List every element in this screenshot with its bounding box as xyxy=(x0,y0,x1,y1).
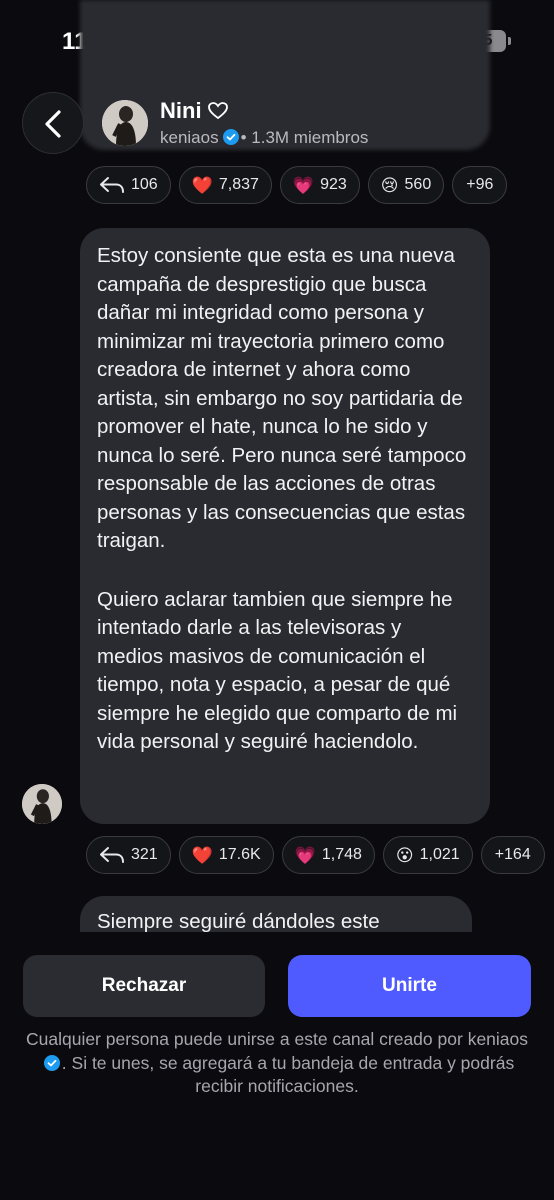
reject-button[interactable]: Rechazar xyxy=(23,955,265,1017)
verified-badge-icon xyxy=(43,1054,60,1071)
more-reactions-count: +164 xyxy=(494,846,531,863)
message-paragraph: Estoy consiente que esta es una nueva ca… xyxy=(97,244,467,552)
reaction-count: 7,837 xyxy=(218,176,259,193)
pink-heart-emoji-icon: 💗 xyxy=(292,175,315,195)
pink-heart-emoji-icon: 💗 xyxy=(294,845,316,865)
reaction-chip-pink-heart[interactable]: 💗 1,748 xyxy=(281,836,375,874)
channel-header[interactable]: Nini keniaos • 1.3M miembros xyxy=(92,92,384,156)
verified-badge-icon xyxy=(222,129,239,145)
reply-count: 321 xyxy=(131,846,158,863)
reaction-chip-pink-heart[interactable]: 💗 923 xyxy=(279,166,360,204)
sender-avatar[interactable] xyxy=(22,784,62,824)
channel-info-text: Cualquier persona puede unirse a este ca… xyxy=(20,1028,534,1099)
info-text-part2: . Si te unes, se agregará a tu bandeja d… xyxy=(61,1052,515,1097)
red-heart-emoji-icon: ❤️ xyxy=(191,845,213,865)
members-count: • 1.3M miembros xyxy=(240,128,369,147)
reply-icon xyxy=(100,847,124,863)
channel-avatar xyxy=(102,100,148,146)
reactions-bar-top: 106 ❤️ 7,837 💗 923 😢 560 +96 xyxy=(86,166,508,204)
reaction-count: 560 xyxy=(404,176,432,193)
battery-tip xyxy=(508,37,511,45)
reply-count-chip[interactable]: 321 xyxy=(86,836,171,874)
reaction-count: 17.6K xyxy=(218,846,261,863)
reply-count-chip[interactable]: 106 xyxy=(86,166,171,204)
blurred-text xyxy=(96,8,476,36)
message-bubble[interactable]: Estoy consiente que esta es una nueva ca… xyxy=(80,228,490,824)
more-reactions-chip[interactable]: +96 xyxy=(452,166,508,204)
info-owner: keniaos xyxy=(467,1029,529,1049)
reaction-chip-crying-face[interactable]: 😢 560 xyxy=(367,166,445,204)
message-paragraph: Quiero aclarar tambien que siempre he in… xyxy=(97,587,458,754)
reply-count: 106 xyxy=(131,176,158,193)
reaction-chip-red-heart[interactable]: ❤️ 7,837 xyxy=(178,166,272,204)
surprised-face-emoji-icon: 😮 xyxy=(395,845,414,865)
more-reactions-chip[interactable]: +164 xyxy=(480,836,545,874)
back-button[interactable] xyxy=(22,92,84,154)
crying-face-emoji-icon: 😢 xyxy=(380,175,399,195)
red-heart-emoji-icon: ❤️ xyxy=(191,175,213,195)
more-reactions-count: +96 xyxy=(466,176,494,193)
reaction-count: 1,748 xyxy=(321,846,362,863)
reaction-count: 1,021 xyxy=(419,846,460,863)
join-panel: Rechazar Unirte Cualquier persona puede … xyxy=(0,932,554,1200)
reaction-chip-red-heart[interactable]: ❤️ 17.6K xyxy=(178,836,274,874)
reaction-count: 923 xyxy=(320,176,347,193)
channel-subtitle: keniaos • 1.3M miembros xyxy=(160,128,368,148)
reply-icon xyxy=(100,177,124,193)
next-message-text: Siempre seguiré dándoles este xyxy=(97,910,380,933)
info-text-part1: Cualquier persona puede unirse a este ca… xyxy=(25,1029,463,1049)
join-button[interactable]: Unirte xyxy=(288,955,531,1017)
white-heart-icon xyxy=(208,102,228,125)
channel-name: Nini xyxy=(160,98,202,123)
channel-owner: keniaos xyxy=(160,128,219,147)
chevron-left-icon xyxy=(45,110,61,138)
reaction-chip-surprised-face[interactable]: 😮 1,021 xyxy=(382,836,473,874)
reactions-bar-bottom: 321 ❤️ 17.6K 💗 1,748 😮 1,021 +164 xyxy=(86,836,545,874)
